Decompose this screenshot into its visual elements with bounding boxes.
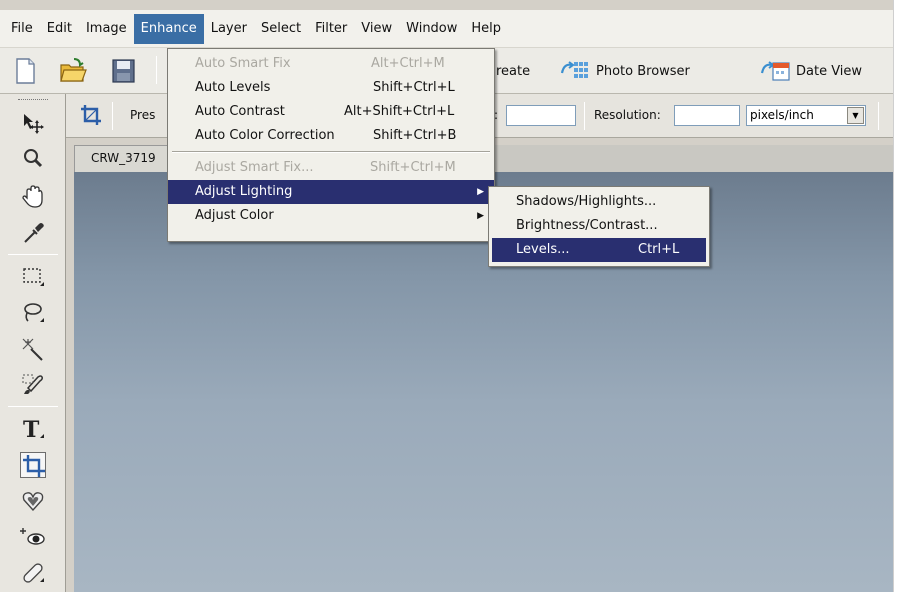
- photo-browser-label: Photo Browser: [596, 63, 690, 79]
- menu-item-auto-color-correction[interactable]: Auto Color Correction Shift+Ctrl+B: [168, 124, 494, 148]
- create-label: reate: [496, 63, 531, 79]
- menu-item-label: Brightness/Contrast...: [516, 218, 658, 233]
- svg-text:T: T: [23, 417, 40, 442]
- photo-browser-button[interactable]: Photo Browser: [560, 56, 690, 86]
- menu-item-label: Shadows/Highlights...: [516, 194, 657, 209]
- menu-enhance[interactable]: Enhance: [133, 13, 204, 44]
- menu-item-shortcut: Alt+Shift+Ctrl+L: [344, 104, 455, 119]
- create-button[interactable]: reate: [496, 56, 530, 86]
- enhance-menu: Auto Smart Fix Alt+Ctrl+M Auto Levels Sh…: [167, 48, 495, 242]
- submenu-arrow-icon: ▶: [477, 211, 484, 221]
- adjust-lighting-submenu: Shadows/Highlights... Brightness/Contras…: [488, 186, 710, 267]
- menu-item-adjust-smart-fix: Adjust Smart Fix... Shift+Ctrl+M: [168, 156, 494, 180]
- healing-brush-tool-icon[interactable]: [20, 560, 46, 586]
- toolbox: T: [0, 94, 66, 592]
- resolution-label: Resolution:: [594, 108, 661, 122]
- menu-item-brightness-contrast[interactable]: Brightness/Contrast...: [489, 214, 709, 238]
- menu-edit[interactable]: Edit: [40, 14, 79, 44]
- save-disk-icon[interactable]: [108, 56, 138, 86]
- move-tool-icon[interactable]: [20, 110, 46, 136]
- menu-item-shortcut: Alt+Ctrl+M: [371, 56, 445, 71]
- menu-bar: File Edit Image Enhance Layer Select Fil…: [0, 10, 893, 48]
- options-separator: [584, 102, 585, 130]
- marquee-tool-icon[interactable]: [20, 264, 46, 290]
- new-file-icon[interactable]: [10, 56, 40, 86]
- menu-item-label: Auto Levels: [195, 80, 271, 95]
- red-eye-tool-icon[interactable]: [20, 524, 46, 550]
- photo-browser-icon: [560, 61, 588, 78]
- toolbar-separator: [156, 56, 157, 84]
- options-separator: [112, 102, 113, 130]
- date-view-icon: [760, 61, 790, 81]
- menu-item-label: Auto Contrast: [195, 104, 285, 119]
- menu-item-label: Auto Smart Fix: [195, 56, 291, 71]
- menu-item-label: Adjust Smart Fix...: [195, 160, 314, 175]
- options-separator: [878, 102, 879, 130]
- menu-item-auto-smart-fix: Auto Smart Fix Alt+Ctrl+M: [168, 52, 494, 76]
- menu-item-label: Adjust Color: [195, 208, 274, 223]
- selection-brush-tool-icon[interactable]: [20, 372, 46, 398]
- toolbox-grip[interactable]: [18, 99, 48, 102]
- submenu-arrow-icon: ▶: [477, 187, 484, 197]
- cookie-cutter-tool-icon[interactable]: [20, 488, 46, 514]
- menu-item-adjust-color[interactable]: Adjust Color ▶: [168, 204, 494, 228]
- menu-item-auto-levels[interactable]: Auto Levels Shift+Ctrl+L: [168, 76, 494, 100]
- menu-filter[interactable]: Filter: [308, 14, 354, 44]
- zoom-tool-icon[interactable]: [20, 146, 46, 172]
- menu-select[interactable]: Select: [254, 14, 308, 44]
- chevron-down-icon[interactable]: ▼: [847, 107, 864, 124]
- units-select[interactable]: pixels/inch ▼: [746, 105, 866, 126]
- toolbox-divider: [8, 254, 58, 255]
- menu-item-label: Levels...: [516, 242, 570, 257]
- menu-item-auto-contrast[interactable]: Auto Contrast Alt+Shift+Ctrl+L: [168, 100, 494, 124]
- menu-image[interactable]: Image: [79, 14, 134, 44]
- toolbox-divider: [8, 406, 58, 407]
- eyedropper-tool-icon[interactable]: [20, 220, 46, 246]
- menu-item-shadows-highlights[interactable]: Shadows/Highlights...: [489, 190, 709, 214]
- resolution-field[interactable]: [674, 105, 740, 126]
- lasso-tool-icon[interactable]: [20, 300, 46, 326]
- menu-layer[interactable]: Layer: [204, 14, 254, 44]
- crop-icon[interactable]: [78, 102, 104, 128]
- hand-tool-icon[interactable]: [20, 184, 46, 210]
- crop-tool-icon[interactable]: [20, 452, 46, 478]
- menu-item-shortcut: Shift+Ctrl+L: [373, 80, 455, 95]
- date-view-button[interactable]: Date View: [760, 56, 862, 86]
- units-value: pixels/inch: [750, 108, 814, 122]
- date-view-label: Date View: [796, 63, 863, 79]
- menu-item-label: Auto Color Correction: [195, 128, 335, 143]
- menu-item-shortcut: Shift+Ctrl+M: [370, 160, 456, 175]
- height-field[interactable]: [506, 105, 576, 126]
- menu-divider: [168, 148, 494, 156]
- menu-help[interactable]: Help: [464, 14, 508, 44]
- menu-window[interactable]: Window: [399, 14, 464, 44]
- menu-item-levels[interactable]: Levels... Ctrl+L: [492, 238, 706, 262]
- type-tool-icon[interactable]: T: [20, 416, 46, 443]
- menu-file[interactable]: File: [4, 14, 40, 44]
- menu-item-shortcut: Ctrl+L: [638, 242, 680, 257]
- preset-label: Pres: [130, 108, 156, 122]
- magic-wand-tool-icon[interactable]: [20, 336, 46, 362]
- app-window: File Edit Image Enhance Layer Select Fil…: [0, 0, 894, 592]
- menu-item-adjust-lighting[interactable]: Adjust Lighting ▶: [168, 180, 494, 204]
- menu-view[interactable]: View: [354, 14, 399, 44]
- menu-item-label: Adjust Lighting: [195, 184, 293, 199]
- open-folder-icon[interactable]: [58, 56, 88, 86]
- menu-item-shortcut: Shift+Ctrl+B: [373, 128, 457, 143]
